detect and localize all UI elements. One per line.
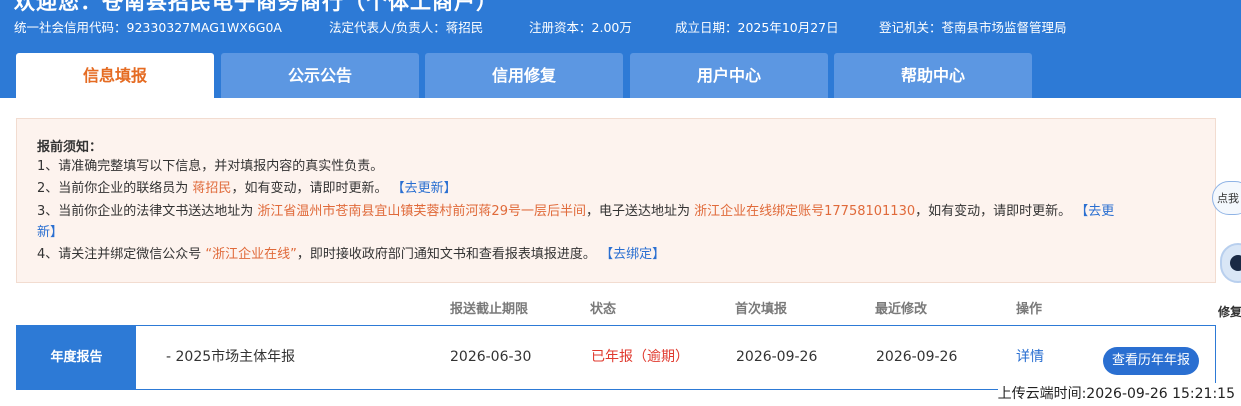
assistant-bubble[interactable]: 点我 (1212, 181, 1241, 215)
notice-title: 报前须知： (37, 140, 103, 155)
header-first-fill: 首次填报 (735, 302, 788, 317)
table-row: 年度报告 - 2025市场主体年报 2026-06-30 已年报（逾期） 202… (16, 325, 1216, 390)
company-info-row: 统一社会信用代码：92330327MAG1WX6G0A 法定代表人/负责人：蒋招… (0, 17, 1241, 35)
view-history-reports-button[interactable]: 查看历年年报 (1103, 347, 1199, 375)
header-status: 状态 (590, 302, 617, 317)
tab-credit-repair[interactable]: 信用修复 (425, 53, 623, 98)
detail-link[interactable]: 详情 (1016, 326, 1044, 389)
report-last-modified: 2026-09-26 (876, 349, 958, 365)
contact-person: 蒋招民 (192, 181, 232, 196)
report-first-fill: 2026-09-26 (736, 349, 818, 365)
registered-capital: 注册资本：2.00万 (529, 20, 632, 35)
electronic-address: 浙江企业在线绑定账号17758101130 (694, 204, 916, 219)
wechat-account: “浙江企业在线” (205, 247, 297, 262)
tab-info-filing[interactable]: 信息填报 (16, 53, 214, 98)
assistant-widget[interactable]: 点我 修复 (1210, 175, 1241, 325)
report-name: - 2025市场主体年报 (166, 349, 296, 365)
status-badge: 已年报（逾期） (591, 349, 689, 365)
tab-user-center[interactable]: 用户中心 (630, 53, 828, 98)
bind-wechat-link[interactable]: 【去绑定】 (600, 247, 665, 262)
page-title: 欢迎您：苍南县招民电子商务商行（个体工商户） (14, 0, 498, 14)
notice-line-3-wrap: 新】 (37, 222, 63, 244)
establishment-date: 成立日期：2025年10月27日 (675, 20, 839, 35)
header-last-modified: 最近修改 (875, 302, 928, 317)
tab-help-center[interactable]: 帮助中心 (834, 53, 1032, 98)
page-header: 欢迎您：苍南县招民电子商务商行（个体工商户） 统一社会信用代码：92330327… (0, 0, 1241, 98)
header-action: 操作 (1016, 302, 1043, 317)
header-deadline: 报送截止期限 (450, 302, 529, 317)
service-address: 浙江省温州市苍南县宜山镇芙蓉村前河蒋29号一层后半间 (257, 204, 586, 219)
robot-eye-icon (1230, 255, 1241, 271)
legal-representative: 法定代表人/负责人：蒋招民 (329, 20, 484, 35)
update-address-link[interactable]: 【去更 (1075, 204, 1114, 219)
upload-cloud-time: 上传云端时间:2026-09-26 15:21:15 (997, 383, 1235, 403)
tab-public-notice[interactable]: 公示公告 (221, 53, 419, 98)
update-address-link-continued[interactable]: 新】 (37, 225, 63, 240)
notice-line-3: 3、当前你企业的法律文书送达地址为 浙江省温州市苍南县宜山镇芙蓉村前河蒋29号一… (37, 204, 1115, 219)
registration-authority: 登记机关：苍南县市场监督管理局 (879, 20, 1067, 35)
report-table-header: 报送截止期限 状态 首次填报 最近修改 操作 (0, 298, 1241, 318)
notice-line-1: 1、请准确完整填写以下信息，并对填报内容的真实性负责。 (37, 159, 384, 174)
notice-line-2: 2、当前你企业的联络员为 蒋招民，如有变动，请即时更新。 【去更新】 (37, 181, 457, 196)
update-contact-link[interactable]: 【去更新】 (392, 181, 457, 196)
filing-notice: 报前须知： 1、请准确完整填写以下信息，并对填报内容的真实性负责。 2、当前你企… (16, 118, 1216, 283)
assistant-label[interactable]: 修复 (1218, 303, 1241, 320)
notice-line-4: 4、请关注并绑定微信公众号 “浙江企业在线”，即时接收政府部门通知文书和查看报表… (37, 247, 666, 262)
robot-icon[interactable] (1220, 243, 1241, 283)
credit-code: 统一社会信用代码：92330327MAG1WX6G0A (14, 20, 282, 35)
row-category-label: 年度报告 (17, 326, 136, 389)
report-deadline: 2026-06-30 (450, 349, 532, 365)
